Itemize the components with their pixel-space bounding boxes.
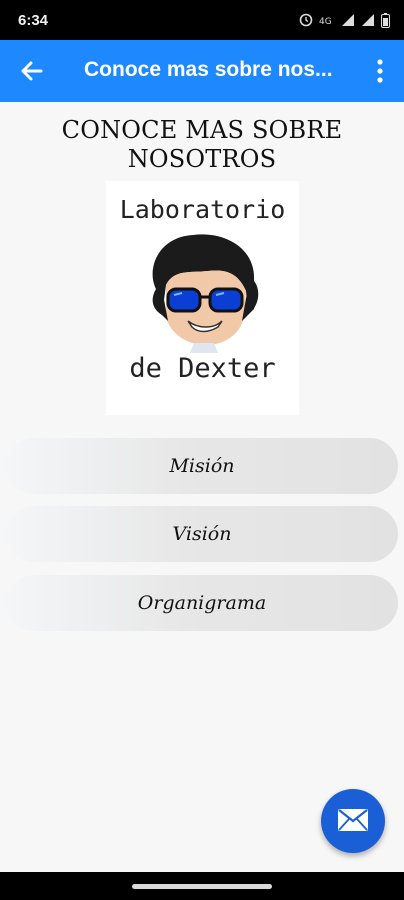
- logo-text-bottom: de Dexter: [129, 353, 276, 384]
- mision-button[interactable]: Misión: [6, 438, 398, 494]
- organigrama-button[interactable]: Organigrama: [6, 575, 398, 631]
- status-time: 6:34: [18, 12, 49, 29]
- email-fab-button[interactable]: [321, 789, 385, 853]
- signal-icon: [342, 14, 354, 26]
- svg-text:4G: 4G: [319, 17, 332, 27]
- mail-icon: [338, 809, 368, 831]
- vision-button[interactable]: Visión: [6, 506, 398, 562]
- logo-text-top: Laboratorio: [119, 195, 286, 224]
- home-gesture-handle[interactable]: [132, 884, 272, 889]
- more-vert-icon: [377, 59, 383, 83]
- cartoon-face-image: [152, 234, 259, 353]
- organigrama-label: Organigrama: [137, 592, 267, 614]
- alarm-icon: [299, 13, 313, 27]
- mision-label: Misión: [169, 455, 235, 477]
- logo: Laboratorio de Dexter: [106, 181, 299, 415]
- battery-icon: [381, 12, 390, 28]
- app-bar-title: Conoce mas sobre nos...: [84, 58, 333, 81]
- status-bar: 6:34 4G: [0, 0, 404, 40]
- status-icons: 4G: [299, 10, 390, 30]
- signal-icon: [362, 14, 374, 26]
- vision-label: Visión: [172, 523, 232, 545]
- overflow-menu-button[interactable]: [374, 58, 386, 84]
- data-icon: 4G: [319, 17, 332, 27]
- system-navigation-bar: [0, 872, 404, 900]
- back-button[interactable]: [18, 57, 46, 85]
- arrow-left-icon: [21, 61, 43, 81]
- app-bar: Conoce mas sobre nos...: [0, 40, 404, 102]
- page-title: CONOCE MAS SOBRE NOSOTROS: [61, 116, 343, 173]
